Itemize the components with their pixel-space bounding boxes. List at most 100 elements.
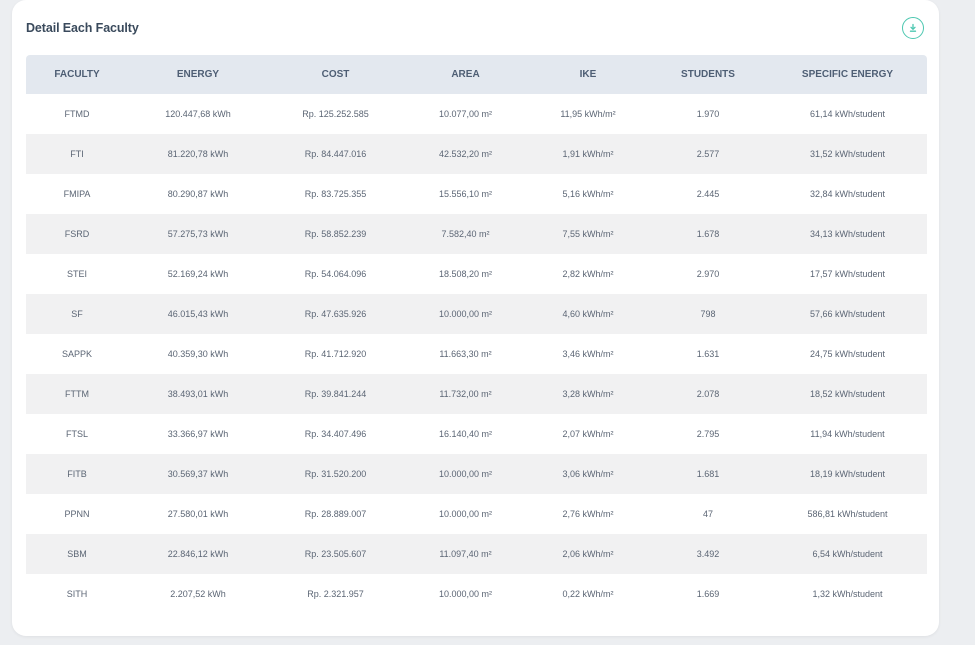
column-header-faculty[interactable]: FACULTY <box>26 55 128 94</box>
cell-area: 10.000,00 m² <box>438 309 493 319</box>
table-header-row: FACULTY ENERGY COST AREA IKE STUDENTS SP… <box>26 55 927 94</box>
cell-specific-energy: 32,84 kWh/student <box>809 189 886 199</box>
cell-area: 18.508,20 m² <box>438 269 493 279</box>
table-row: FSRD 57.275,73 kWh Rp. 58.852.239 7.582,40 … <box>26 214 927 254</box>
cell-cost: Rp. 39.841.244 <box>304 389 367 399</box>
cell-ike: 0,22 kWh/m² <box>562 589 614 599</box>
cell-ike: 2,07 kWh/m² <box>562 429 614 439</box>
cell-specific-energy: 18,19 kWh/student <box>809 469 886 479</box>
cell-students: 798 <box>700 309 716 319</box>
cell-ike: 1,91 kWh/m² <box>562 149 614 159</box>
cell-area: 10.000,00 m² <box>438 469 493 479</box>
cell-faculty: FSRD <box>64 229 90 239</box>
column-header-area[interactable]: AREA <box>403 55 528 94</box>
column-header-ike[interactable]: IKE <box>528 55 648 94</box>
cell-energy: 46.015,43 kWh <box>167 309 229 319</box>
cell-energy: 2.207,52 kWh <box>170 589 226 599</box>
cell-cost: Rp. 83.725.355 <box>304 189 367 199</box>
column-header-energy[interactable]: ENERGY <box>128 55 268 94</box>
cell-specific-energy: 18,52 kWh/student <box>809 389 886 399</box>
cell-cost: Rp. 31.520.200 <box>304 469 367 479</box>
cell-energy: 52.169,24 kWh <box>167 269 229 279</box>
cell-energy: 38.493,01 kWh <box>167 389 229 399</box>
cell-cost: Rp. 54.064.096 <box>304 269 367 279</box>
table-row: SF 46.015,43 kWh Rp. 47.635.926 10.000,00 m… <box>26 294 927 334</box>
cell-energy: 27.580,01 kWh <box>167 509 229 519</box>
cell-students: 1.669 <box>696 589 720 599</box>
table-row: FTSL 33.366,97 kWh Rp. 34.407.496 16.140,40… <box>26 414 927 454</box>
cell-area: 16.140,40 m² <box>438 429 493 439</box>
cell-area: 10.000,00 m² <box>438 589 493 599</box>
cell-ike: 2,76 kWh/m² <box>562 509 614 519</box>
cell-specific-energy: 31,52 kWh/student <box>809 149 886 159</box>
cell-energy: 80.290,87 kWh <box>167 189 229 199</box>
cell-energy: 33.366,97 kWh <box>167 429 229 439</box>
cell-cost: Rp. 23.505.607 <box>304 549 367 559</box>
cell-specific-energy: 17,57 kWh/student <box>809 269 886 279</box>
cell-area: 15.556,10 m² <box>438 189 493 199</box>
cell-ike: 3,46 kWh/m² <box>562 349 614 359</box>
cell-students: 1.678 <box>696 229 720 239</box>
table-row: FITB 30.569,37 kWh Rp. 31.520.200 10.000,00… <box>26 454 927 494</box>
table-row: SAPPK 40.359,30 kWh Rp. 41.712.920 11.663,3… <box>26 334 927 374</box>
cell-specific-energy: 6,54 kWh/student <box>812 549 883 559</box>
cell-faculty: FTI <box>70 149 84 159</box>
cell-students: 2.795 <box>696 429 720 439</box>
table-row: SITH 2.207,52 kWh Rp. 2.321.957 10.000,00 m… <box>26 574 927 614</box>
column-header-specific-energy[interactable]: SPECIFIC ENERGY <box>768 55 927 94</box>
cell-cost: Rp. 58.852.239 <box>304 229 367 239</box>
column-header-cost[interactable]: COST <box>268 55 403 94</box>
cell-area: 10.077,00 m² <box>438 109 493 119</box>
cell-ike: 5,16 kWh/m² <box>562 189 614 199</box>
cell-ike: 3,28 kWh/m² <box>562 389 614 399</box>
cell-area: 11.732,00 m² <box>439 389 492 399</box>
cell-faculty: FTSL <box>65 429 88 439</box>
faculty-table: FACULTY ENERGY COST AREA IKE STUDENTS SP… <box>26 55 927 614</box>
cell-energy: 40.359,30 kWh <box>167 349 229 359</box>
cell-specific-energy: 11,94 kWh/student <box>810 429 885 439</box>
cell-faculty: FTTM <box>65 389 89 399</box>
cell-faculty: FITB <box>67 469 87 479</box>
cell-students: 1.681 <box>696 469 720 479</box>
cell-specific-energy: 1,32 kWh/student <box>812 589 883 599</box>
cell-cost: Rp. 84.447.016 <box>304 149 367 159</box>
table-row: SBM 22.846,12 kWh Rp. 23.505.607 11.097,40 … <box>26 534 927 574</box>
card-title: Detail Each Faculty <box>26 21 139 35</box>
cell-cost: Rp. 47.635.926 <box>304 309 367 319</box>
download-button[interactable] <box>902 17 924 39</box>
cell-ike: 3,06 kWh/m² <box>562 469 614 479</box>
cell-students: 2.577 <box>696 149 720 159</box>
cell-area: 7.582,40 m² <box>441 229 490 239</box>
cell-ike: 7,55 kWh/m² <box>562 229 614 239</box>
cell-faculty: STEI <box>66 269 87 279</box>
cell-faculty: FMIPA <box>63 189 91 199</box>
table-row: FTI 81.220,78 kWh Rp. 84.447.016 42.532,20 … <box>26 134 927 174</box>
cell-students: 1.970 <box>696 109 720 119</box>
cell-energy: 57.275,73 kWh <box>167 229 229 239</box>
cell-energy: 30.569,37 kWh <box>167 469 229 479</box>
cell-specific-energy: 34,13 kWh/student <box>809 229 886 239</box>
column-header-students[interactable]: STUDENTS <box>648 55 768 94</box>
table-row: FTTM 38.493,01 kWh Rp. 39.841.244 11.732,00… <box>26 374 927 414</box>
cell-faculty: SBM <box>67 549 87 559</box>
cell-students: 2.078 <box>696 389 720 399</box>
cell-specific-energy: 61,14 kWh/student <box>809 109 886 119</box>
cell-ike: 2,82 kWh/m² <box>562 269 614 279</box>
cell-faculty: SAPPK <box>61 349 92 359</box>
cell-energy: 120.447,68 kWh <box>165 109 231 119</box>
cell-area: 10.000,00 m² <box>438 509 493 519</box>
cell-cost: Rp. 2.321.957 <box>307 589 364 599</box>
table-row: PPNN 27.580,01 kWh Rp. 28.889.007 10.000,00… <box>26 494 927 534</box>
cell-cost: Rp. 28.889.007 <box>304 509 367 519</box>
cell-students: 47 <box>702 509 713 519</box>
cell-cost: Rp. 34.407.496 <box>304 429 367 439</box>
cell-ike: 4,60 kWh/m² <box>562 309 614 319</box>
cell-area: 42.532,20 m² <box>438 149 493 159</box>
table-row: STEI 52.169,24 kWh Rp. 54.064.096 18.508,20… <box>26 254 927 294</box>
cell-energy: 81.220,78 kWh <box>167 149 229 159</box>
cell-faculty: SF <box>71 309 83 319</box>
cell-cost: Rp. 125.252.585 <box>302 109 369 119</box>
cell-faculty: PPNN <box>64 509 90 519</box>
cell-area: 11.097,40 m² <box>439 549 492 559</box>
cell-students: 2.445 <box>696 189 720 199</box>
